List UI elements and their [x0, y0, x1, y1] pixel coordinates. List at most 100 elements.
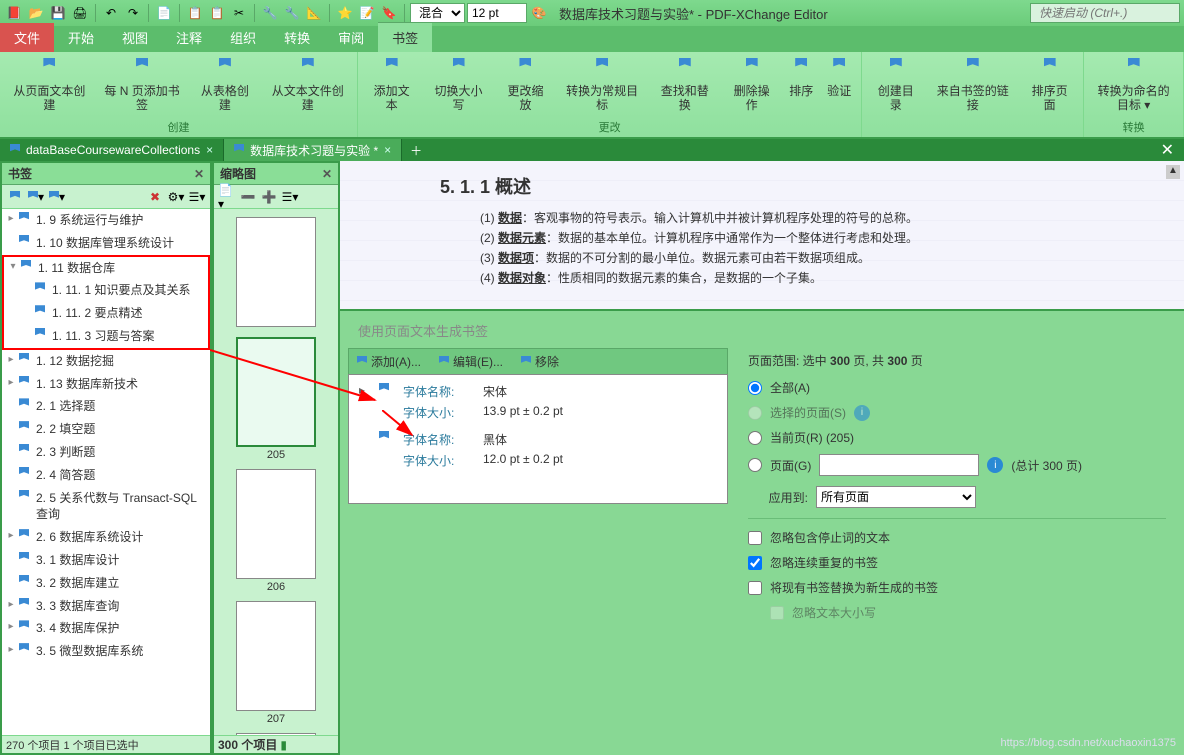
chk-ignore-duplicates[interactable]: 忽略连续重复的书签 — [748, 554, 1166, 571]
th-zoom-in-icon[interactable]: ➕ — [260, 188, 278, 206]
bookmark-item[interactable]: 1. 10 数据库管理系统设计 — [2, 232, 210, 255]
rules-list[interactable]: ▸字体名称:宋体字体大小:13.9 pt ± 0.2 pt 字体名称:黑体字体大小… — [348, 374, 728, 504]
ribbon-button[interactable]: 验证 — [823, 56, 855, 117]
font-family-combo[interactable]: 混合 — [410, 3, 465, 23]
bm-tool1-icon[interactable]: ▾ — [27, 188, 45, 206]
document-tab[interactable]: 数据库技术习题与实验 *× — [224, 139, 402, 161]
bookmarks-tree[interactable]: ▸1. 9 系统运行与维护1. 10 数据库管理系统设计▾1. 11 数据仓库1… — [2, 209, 210, 735]
tool3-icon[interactable]: 📐 — [304, 3, 324, 23]
document-tab[interactable]: dataBaseCoursewareCollections× — [0, 139, 224, 161]
info-icon[interactable]: i — [854, 405, 870, 421]
color-icon[interactable]: 🎨 — [529, 3, 549, 23]
chk-ignore-case[interactable]: 忽略文本大小写 — [770, 604, 1166, 621]
redo-icon[interactable]: ↷ — [123, 3, 143, 23]
print-icon[interactable]: 🖨 — [70, 3, 90, 23]
thumbnail-item[interactable]: 205 — [236, 337, 316, 461]
doc-icon[interactable]: 📄 — [154, 3, 174, 23]
add-rule-button[interactable]: 添加(A)... — [357, 353, 421, 370]
cut-icon[interactable]: ✂ — [229, 3, 249, 23]
save-icon[interactable]: 💾 — [48, 3, 68, 23]
bm-menu-icon[interactable]: ☰▾ — [188, 188, 206, 206]
ribbon-button[interactable]: 添加文本 — [364, 56, 419, 117]
ribbon-button[interactable]: 创建目录 — [868, 56, 923, 133]
ribbon-button[interactable]: 删除操作 — [724, 56, 779, 117]
opt-pages[interactable]: 页面(G)i(总计 300 页) — [748, 454, 1166, 476]
bm-delete-icon[interactable]: ✖ — [146, 188, 164, 206]
menu-tab[interactable]: 审阅 — [324, 23, 378, 52]
close-tab-icon[interactable]: × — [384, 143, 391, 157]
close-bookmarks-icon[interactable]: ✕ — [194, 167, 204, 181]
ribbon-button[interactable]: 转换为命名的目标 ▾ — [1090, 56, 1177, 117]
add-tab-button[interactable]: ＋ — [402, 142, 430, 159]
rule-item[interactable]: 字体名称:黑体字体大小:12.0 pt ± 0.2 pt — [359, 429, 717, 471]
menu-tab[interactable]: 转换 — [270, 23, 324, 52]
opt-selected-pages[interactable]: 选择的页面(S)i — [748, 404, 1166, 421]
tool-icon[interactable]: 🔧 — [260, 3, 280, 23]
bookmark-item[interactable]: 2. 4 简答题 — [2, 464, 210, 487]
bookmark-item[interactable]: ▸1. 13 数据库新技术 — [2, 373, 210, 396]
undo-icon[interactable]: ↶ — [101, 3, 121, 23]
bookmark-item[interactable]: 3. 2 数据库建立 — [2, 572, 210, 595]
bookmark-item[interactable]: 3. 1 数据库设计 — [2, 549, 210, 572]
rule-item[interactable]: ▸字体名称:宋体字体大小:13.9 pt ± 0.2 pt — [359, 381, 717, 423]
menu-tab[interactable]: 组织 — [216, 23, 270, 52]
th-zoom-out-icon[interactable]: ➖ — [239, 188, 257, 206]
ribbon-button[interactable]: 从表格创建 — [191, 56, 258, 117]
bookmark-item[interactable]: 1. 11. 2 要点精述 — [4, 302, 208, 325]
thumbnails-list[interactable]: 205206207 — [214, 209, 338, 735]
bookmark-item[interactable]: 2. 5 关系代数与 Transact-SQL 查询 — [2, 487, 210, 527]
note-icon[interactable]: 📝 — [357, 3, 377, 23]
tool2-icon[interactable]: 🔧 — [282, 3, 302, 23]
menu-tab[interactable]: 书签 — [378, 22, 432, 52]
bookmark-item[interactable]: 2. 2 填空题 — [2, 418, 210, 441]
bm-tool2-icon[interactable]: ▾ — [48, 188, 66, 206]
opt-current-page[interactable]: 当前页(R) (205) — [748, 429, 1166, 446]
close-tab-icon[interactable]: × — [206, 143, 213, 157]
menu-tab[interactable]: 注释 — [162, 23, 216, 52]
ribbon-button[interactable]: 排序页面 — [1022, 56, 1077, 133]
quick-launch-input[interactable] — [1030, 3, 1180, 23]
bookmark-item[interactable]: ▾1. 11 数据仓库 — [4, 257, 208, 280]
bookmark-item[interactable]: 1. 11. 1 知识要点及其关系 — [4, 279, 208, 302]
pages-input[interactable] — [819, 454, 979, 476]
menu-tab[interactable]: 开始 — [54, 23, 108, 52]
ribbon-button[interactable]: 排序 — [785, 56, 817, 117]
opt-all-pages[interactable]: 全部(A) — [748, 379, 1166, 396]
close-thumbnails-icon[interactable]: ✕ — [322, 167, 332, 181]
scroll-up-icon[interactable]: ▲ — [1166, 165, 1180, 179]
font-size-combo[interactable] — [467, 3, 527, 23]
stamp-icon[interactable]: 🔖 — [379, 3, 399, 23]
remove-rule-button[interactable]: 移除 — [521, 353, 559, 370]
bookmark-item[interactable]: ▸1. 9 系统运行与维护 — [2, 209, 210, 232]
ribbon-button[interactable]: 查找和替换 — [651, 56, 718, 117]
bm-gear-icon[interactable]: ⚙▾ — [167, 188, 185, 206]
chk-ignore-stopwords[interactable]: 忽略包含停止词的文本 — [748, 529, 1166, 546]
paste-icon[interactable]: 📋 — [207, 3, 227, 23]
ribbon-button[interactable]: 从文本文件创建 — [264, 56, 351, 117]
bookmark-item[interactable]: ▸3. 4 数据库保护 — [2, 617, 210, 640]
ribbon-button[interactable]: 切换大小写 — [425, 56, 492, 117]
ribbon-button[interactable]: 从页面文本创建 — [6, 56, 93, 117]
copy-icon[interactable]: 📋 — [185, 3, 205, 23]
bookmark-item[interactable]: ▸2. 6 数据库系统设计 — [2, 526, 210, 549]
page-canvas[interactable]: ▲ 5. 1. 1 概述 (1) 数据：客观事物的符号表示。输入计算机中并被计算… — [340, 161, 1184, 311]
ribbon-button[interactable]: 转换为常规目标 — [559, 56, 645, 117]
open-icon[interactable]: 📂 — [26, 3, 46, 23]
bookmark-item[interactable]: 2. 3 判断题 — [2, 441, 210, 464]
bm-add-icon[interactable] — [6, 188, 24, 206]
ribbon-button[interactable]: 每 N 页添加书签 — [99, 56, 186, 117]
bookmark-item[interactable]: ▸3. 5 微型数据库系统 — [2, 640, 210, 663]
bookmark-item[interactable]: ▸1. 12 数据挖掘 — [2, 350, 210, 373]
chk-replace-existing[interactable]: 将现有书签替换为新生成的书签 — [748, 579, 1166, 596]
star-icon[interactable]: ⭐ — [335, 3, 355, 23]
ribbon-button[interactable]: 来自书签的链接 — [929, 56, 1016, 133]
close-tabs-button[interactable]: ✕ — [1151, 140, 1184, 160]
ribbon-button[interactable]: 更改缩放 — [498, 56, 553, 117]
info-icon[interactable]: i — [987, 457, 1003, 473]
thumbnail-item[interactable] — [236, 217, 316, 329]
bookmark-item[interactable]: 2. 1 选择题 — [2, 395, 210, 418]
th-tool1-icon[interactable]: 📄▾ — [218, 188, 236, 206]
thumbnail-item[interactable]: 206 — [236, 469, 316, 593]
apply-to-select[interactable]: 所有页面 — [816, 486, 976, 508]
bookmark-item[interactable]: ▸3. 3 数据库查询 — [2, 595, 210, 618]
